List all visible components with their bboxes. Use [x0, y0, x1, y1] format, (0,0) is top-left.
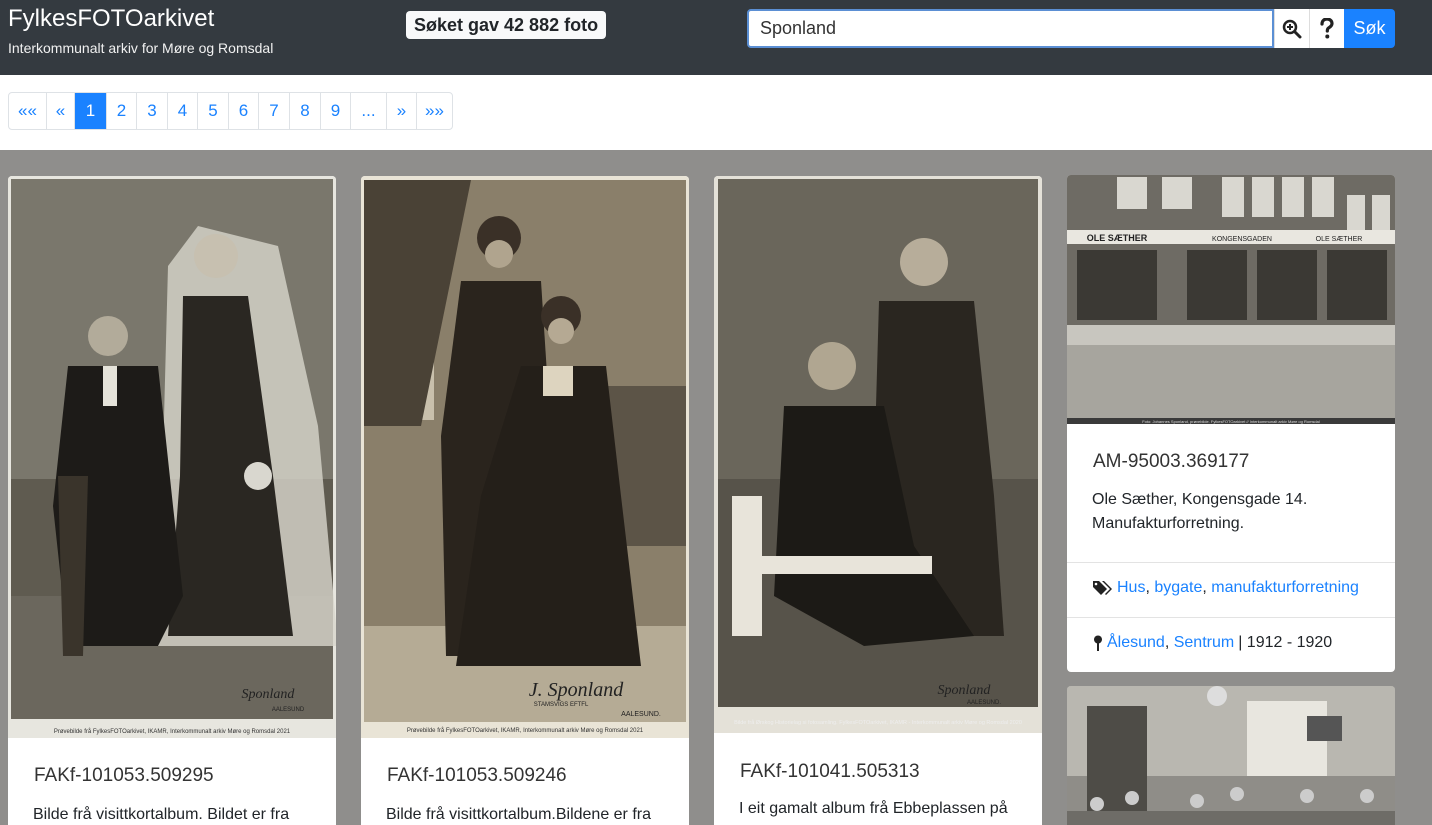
photo-gallery: Sponland AALESUND Prøvebilde frå FylkesF… — [0, 150, 1432, 825]
photo-subtitle: STAMSVIGS EFTFL — [534, 702, 589, 708]
photo-credit: Bilde frå Ørskog Historielag si fotosaml… — [734, 719, 1022, 726]
search-input[interactable] — [747, 9, 1274, 48]
place-link[interactable]: Ålesund — [1107, 634, 1165, 652]
photo-thumbnail[interactable] — [1067, 686, 1395, 825]
photo-thumbnail[interactable]: Sponland AALESUND. Bilde frå Ørskog Hist… — [714, 176, 1042, 733]
map-pin-icon — [1094, 635, 1102, 651]
result-count-badge: Søket gav 42 882 foto — [406, 11, 607, 39]
card-id[interactable]: FAKf-101053.509246 — [387, 765, 689, 787]
divider — [1067, 562, 1395, 563]
page-prev[interactable]: « — [47, 93, 75, 129]
place-link[interactable]: Sentrum — [1174, 634, 1234, 652]
page-last[interactable]: »» — [417, 93, 452, 129]
photo-thumbnail[interactable]: J. Sponland STAMSVIGS EFTFL AALESUND. Pr… — [361, 176, 689, 738]
street-sign: KONGENSGADEN — [1212, 236, 1272, 243]
search-submit-button[interactable]: Søk — [1344, 9, 1395, 48]
photo-card[interactable] — [1067, 686, 1395, 825]
photo-place: AALESUND. — [967, 700, 1001, 706]
photo-thumbnail[interactable]: OLE SÆTHER KONGENSGADEN OLE SÆTHER Foto:… — [1067, 175, 1395, 424]
shop-sign: OLE SÆTHER — [1087, 233, 1148, 243]
tag-list: Hus, bygate, manufakturforretning — [1093, 579, 1359, 597]
tag-link[interactable]: bygate — [1154, 579, 1202, 597]
page-8[interactable]: 8 — [290, 93, 321, 129]
page-2[interactable]: 2 — [107, 93, 137, 129]
tag-link[interactable]: manufakturforretning — [1211, 579, 1359, 597]
top-navbar: FylkesFOTOarkivet Interkommunalt arkiv f… — [0, 0, 1432, 75]
place-list: Ålesund, Sentrum | 1912 - 1920 — [1093, 634, 1332, 652]
card-id[interactable]: FAKf-101053.509295 — [34, 765, 336, 787]
photo-signature: Sponland — [938, 683, 992, 698]
photo-place: AALESUND. — [621, 711, 661, 718]
photo-credit: Prøvebilde frå FylkesFOTOarkivet, IKAMR,… — [54, 728, 291, 735]
search-group: Søk — [747, 9, 1395, 48]
tags-icon — [1093, 581, 1112, 595]
site-title[interactable]: FylkesFOTOarkivet — [8, 5, 273, 33]
page-1[interactable]: 1 — [75, 93, 107, 129]
divider — [1067, 617, 1395, 618]
photo-card[interactable]: J. Sponland STAMSVIGS EFTFL AALESUND. Pr… — [361, 176, 689, 825]
photo-card[interactable]: Sponland AALESUND. Bilde frå Ørskog Hist… — [714, 176, 1042, 825]
card-id[interactable]: FAKf-101041.505313 — [740, 761, 1042, 783]
page-7[interactable]: 7 — [259, 93, 290, 129]
page-next[interactable]: » — [387, 93, 417, 129]
card-description: Bilde frå visittkortalbum.Bildene er fra — [386, 806, 651, 823]
page-3[interactable]: 3 — [137, 93, 168, 129]
photo-card[interactable]: Sponland AALESUND Prøvebilde frå FylkesF… — [8, 176, 336, 825]
site-subtitle: Interkommunalt arkiv for Møre og Romsdal — [8, 40, 274, 56]
photo-card[interactable]: OLE SÆTHER KONGENSGADEN OLE SÆTHER Foto:… — [1067, 175, 1395, 672]
photo-place: AALESUND — [272, 707, 305, 713]
photo-credit: Prøvebilde frå FylkesFOTOarkivet, IKAMR,… — [407, 727, 644, 734]
tag-link[interactable]: Hus — [1117, 579, 1145, 597]
page-first[interactable]: «« — [9, 93, 47, 129]
card-description: Bilde frå visittkortalbum. Bildet er fra — [33, 806, 290, 823]
card-description: I eit gamalt album frå Ebbeplassen på — [739, 800, 1008, 817]
photo-thumbnail[interactable]: Sponland AALESUND Prøvebilde frå FylkesF… — [8, 176, 336, 738]
photo-credit: Foto: Johannes Sponland, prøvebilde. Fyl… — [1142, 419, 1320, 424]
page-ellipsis: ... — [351, 93, 387, 129]
page-4[interactable]: 4 — [168, 93, 198, 129]
help-question-icon — [1320, 17, 1334, 38]
photo-signature: Sponland — [242, 687, 296, 702]
zoom-in-button[interactable] — [1274, 9, 1309, 48]
zoom-in-icon — [1282, 19, 1302, 38]
page-5[interactable]: 5 — [198, 93, 229, 129]
period-text: | 1912 - 1920 — [1238, 634, 1333, 651]
photo-signature: J. Sponland — [529, 679, 624, 701]
shop-sign-2: OLE SÆTHER — [1316, 236, 1363, 243]
pagination: «« « 1 2 3 4 5 6 7 8 9 ... » »» — [8, 92, 453, 130]
page-6[interactable]: 6 — [229, 93, 259, 129]
brand[interactable]: FylkesFOTOarkivet Interkommunalt arkiv f… — [8, 5, 273, 57]
card-description: Ole Sæther, Kongensgade 14. Manufakturfo… — [1092, 491, 1308, 532]
page-9[interactable]: 9 — [321, 93, 351, 129]
help-button[interactable] — [1309, 9, 1344, 48]
card-id[interactable]: AM-95003.369177 — [1093, 451, 1249, 473]
